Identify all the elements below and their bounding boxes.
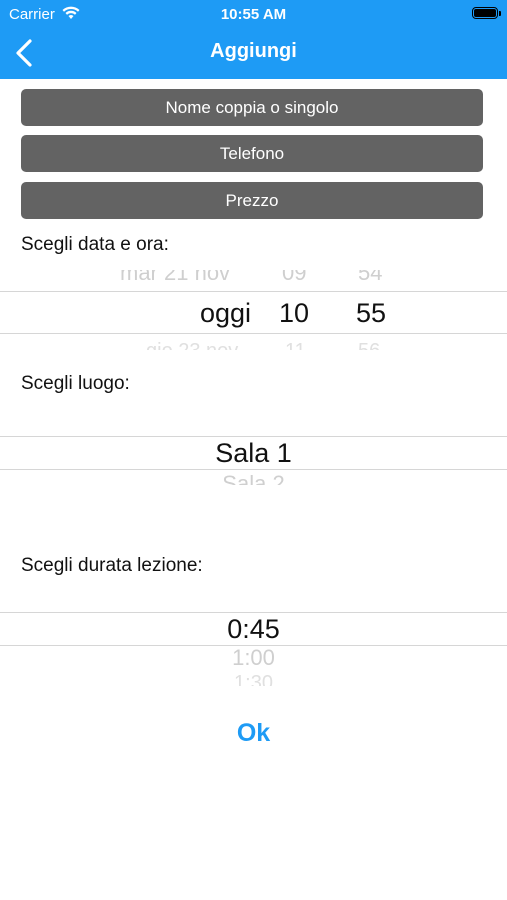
status-time: 10:55 AM [220,6,287,23]
name-button[interactable]: Nome coppia o singolo [21,89,483,126]
place-picker[interactable]: Sala 1 Sala 2 [0,430,507,490]
date-time-picker[interactable]: mar 21 nov 09 54 oggi 10 55 gio 23 nov 1… [0,262,507,352]
price-button[interactable]: Prezzo [21,182,483,219]
ok-button[interactable]: Ok [0,719,507,748]
date-picker-next-minute: 56 [358,340,380,350]
picker-separator [0,291,507,292]
picker-separator [0,333,507,334]
app-header: Carrier 10:55 AM Aggiungi [0,0,507,79]
date-picker-prev-day: mar 21 nov [120,270,231,284]
place-label: Scegli luogo: [21,373,130,394]
place-picker-next: Sala 2 [222,472,285,485]
page-title: Aggiungi [210,40,297,62]
date-picker-hour: 10 [279,298,310,328]
picker-separator [0,469,507,470]
status-bar: Carrier 10:55 AM [0,0,507,28]
battery-icon [472,7,501,19]
date-picker-day: oggi [200,298,252,328]
duration-picker[interactable]: 0:45 1:00 1:30 [0,606,507,690]
duration-label: Scegli durata lezione: [21,555,203,576]
date-picker-prev-hour: 09 [282,270,307,284]
duration-picker-selected: 0:45 [227,614,280,644]
date-picker-minute: 55 [356,298,387,328]
duration-picker-next2: 1:30 [234,672,273,686]
picker-separator [0,612,507,613]
date-picker-next-day: gio 23 nov [146,340,238,350]
date-picker-prev-minute: 54 [358,270,383,284]
date-label: Scegli data e ora: [21,234,169,255]
place-picker-selected: Sala 1 [215,438,292,468]
picker-separator [0,436,507,437]
date-picker-next-hour: 11 [285,340,306,350]
duration-picker-next: 1:00 [232,645,275,670]
phone-button[interactable]: Telefono [21,135,483,172]
